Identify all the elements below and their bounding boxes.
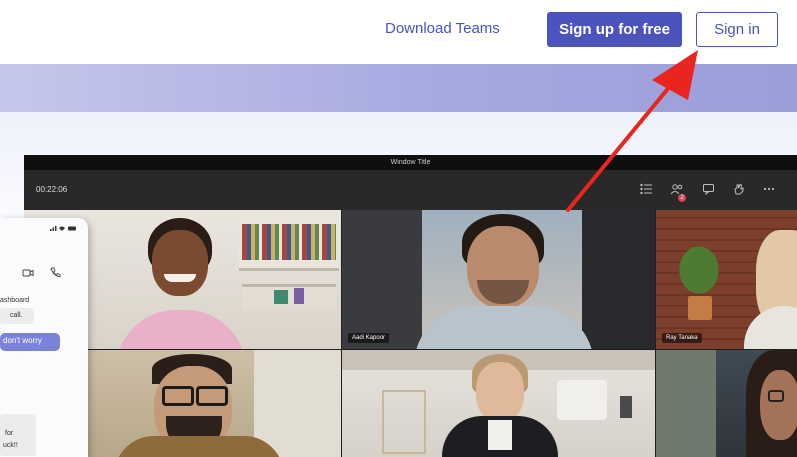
download-teams-link[interactable]: Download Teams [385,20,500,37]
video-tile-participant-5[interactable] [342,350,655,457]
more-options-icon[interactable] [762,183,776,195]
raise-hand-icon[interactable] [732,183,746,195]
signal-wifi-battery-icon [50,226,76,231]
hero-band [0,64,797,112]
participant-name-label: Aadi Kapoor [348,333,390,343]
chat-message-text: call. [10,312,23,319]
participants-icon[interactable] [640,183,654,195]
sign-up-button[interactable]: Sign up for free [547,12,682,47]
video-tile-aadi-kapoor[interactable]: Aadi Kapoor [342,210,655,349]
window-title: Window Title [24,155,797,170]
chat-message-text: ashboard [0,297,30,304]
chat-message-text: for [5,430,14,437]
phone-call-icon[interactable] [50,267,61,278]
notification-badge: 2 [678,194,686,202]
sign-in-button[interactable]: Sign in [696,12,778,47]
call-timer: 00:22:06 [36,185,68,194]
participant-name-label: Ray Tanaka [662,333,702,343]
mobile-chat-preview: ashboard call. don't worry for uck!! [0,218,88,457]
chat-message-text: uck!! [3,442,18,449]
video-tile-participant-6[interactable] [656,350,797,457]
video-call-icon[interactable] [22,268,34,278]
chat-chip-text: don't worry [3,336,42,345]
video-tile-ray-tanaka[interactable]: Ray Tanaka [656,210,797,349]
chat-icon[interactable] [702,183,716,195]
chat-bubble-sent: don't worry [0,333,60,351]
top-navigation: Download Teams Sign up for free Sign in [0,0,797,64]
call-toolbar: 00:22:06 2 [24,170,797,210]
teams-meeting-window: Window Title 00:22:06 2 Aadi Kapoor Ray … [24,155,797,457]
